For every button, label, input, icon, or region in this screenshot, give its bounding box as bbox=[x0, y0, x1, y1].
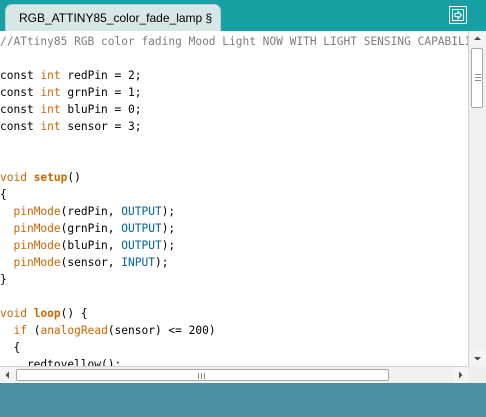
code-line: const int redPin = 2; bbox=[0, 67, 468, 84]
code-line: pinMode(grnPin, OUTPUT); bbox=[0, 220, 468, 237]
code-line: pinMode(redPin, OUTPUT); bbox=[0, 203, 468, 220]
code-keyword: void bbox=[0, 307, 34, 320]
code-text: ( bbox=[26, 324, 41, 337]
code-function-name: setup bbox=[33, 171, 68, 184]
code-line: pinMode(bluPin, OUTPUT); bbox=[0, 237, 468, 254]
code-keyword: int bbox=[40, 86, 61, 99]
tab-label: RGB_ATTINY85_color_fade_lamp § bbox=[19, 11, 213, 25]
code-text: const bbox=[0, 86, 41, 99]
code-constant: OUTPUT bbox=[121, 222, 162, 235]
thumb-grip bbox=[475, 74, 481, 75]
chevron-up-icon bbox=[474, 36, 481, 40]
code-comment: //ATtiny85 RGB color fading Mood Light N… bbox=[0, 35, 468, 48]
code-keyword: int bbox=[40, 103, 61, 116]
scroll-left-button[interactable] bbox=[0, 367, 15, 383]
status-bar bbox=[0, 383, 486, 417]
code-line: void loop() { bbox=[0, 305, 468, 322]
code-keyword: pinMode bbox=[13, 239, 61, 252]
code-text: { bbox=[0, 341, 21, 354]
code-text: (sensor, bbox=[60, 256, 122, 269]
code-keyword: pinMode bbox=[13, 205, 61, 218]
code-text-area[interactable]: //ATtiny85 RGB color fading Mood Light N… bbox=[0, 33, 468, 366]
scroll-right-button[interactable] bbox=[453, 367, 468, 383]
code-text: (bluPin, bbox=[60, 239, 122, 252]
code-line: //ATtiny85 RGB color fading Mood Light N… bbox=[0, 33, 468, 50]
tab-menu-button[interactable] bbox=[449, 6, 467, 24]
code-text: const bbox=[0, 103, 41, 116]
code-line: { bbox=[0, 339, 468, 356]
code-text: ); bbox=[154, 256, 169, 269]
code-text: const bbox=[0, 120, 41, 133]
horizontal-scroll-thumb[interactable] bbox=[16, 369, 389, 381]
scroll-up-button[interactable] bbox=[469, 31, 486, 46]
code-keyword: int bbox=[40, 120, 61, 133]
thumb-grip bbox=[475, 80, 481, 81]
code-constant: OUTPUT bbox=[121, 205, 162, 218]
chevron-left-icon bbox=[5, 371, 9, 379]
code-text: const bbox=[0, 69, 41, 82]
code-constant: INPUT bbox=[121, 256, 155, 269]
code-keyword: int bbox=[40, 69, 61, 82]
tab-sketch[interactable]: RGB_ATTINY85_color_fade_lamp § bbox=[5, 4, 221, 31]
code-editor[interactable]: //ATtiny85 RGB color fading Mood Light N… bbox=[0, 31, 486, 366]
code-keyword: if bbox=[13, 324, 27, 337]
thumb-grip bbox=[201, 373, 202, 379]
code-line: const int sensor = 3; bbox=[0, 118, 468, 135]
code-line: void setup() bbox=[0, 169, 468, 186]
code-text: redtoyellow(); bbox=[0, 358, 122, 366]
code-text: () { bbox=[60, 307, 88, 320]
vertical-scroll-thumb[interactable] bbox=[471, 48, 483, 108]
code-function-name: loop bbox=[33, 307, 61, 320]
code-line: const int bluPin = 0; bbox=[0, 101, 468, 118]
code-text: () bbox=[67, 171, 81, 184]
chevron-right-icon bbox=[459, 371, 463, 379]
scroll-down-button[interactable] bbox=[469, 351, 486, 366]
code-line: if (analogRead(sensor) <= 200) bbox=[0, 322, 468, 339]
code-text: grnPin = 1; bbox=[60, 86, 142, 99]
code-text: ); bbox=[161, 222, 176, 235]
code-line: pinMode(sensor, INPUT); bbox=[0, 254, 468, 271]
code-text: (redPin, bbox=[60, 205, 122, 218]
code-line: const int grnPin = 1; bbox=[0, 84, 468, 101]
code-keyword: void bbox=[0, 171, 34, 184]
code-line: { bbox=[0, 186, 468, 203]
code-line: redtoyellow(); bbox=[0, 356, 468, 366]
thumb-grip bbox=[198, 373, 199, 379]
code-constant: OUTPUT bbox=[121, 239, 162, 252]
horizontal-scrollbar[interactable] bbox=[0, 366, 468, 383]
code-keyword: pinMode bbox=[13, 256, 61, 269]
code-text: sensor = 3; bbox=[60, 120, 142, 133]
code-text: } bbox=[0, 273, 7, 286]
chevron-down-icon bbox=[474, 357, 481, 361]
code-text: redPin = 2; bbox=[60, 69, 142, 82]
thumb-grip bbox=[475, 77, 481, 78]
code-text: { bbox=[0, 188, 7, 201]
tab-bar: RGB_ATTINY85_color_fade_lamp § bbox=[0, 0, 486, 31]
code-keyword: pinMode bbox=[13, 222, 61, 235]
vertical-scrollbar[interactable] bbox=[468, 31, 486, 366]
code-line: } bbox=[0, 271, 468, 288]
scrollbar-corner bbox=[468, 366, 486, 383]
code-text: (grnPin, bbox=[60, 222, 122, 235]
code-keyword: analogRead bbox=[40, 324, 108, 337]
code-text: ); bbox=[161, 239, 176, 252]
thumb-grip bbox=[204, 373, 205, 379]
code-text: ); bbox=[161, 205, 176, 218]
code-text: bluPin = 0; bbox=[60, 103, 142, 116]
code-text: (sensor) <= 200) bbox=[107, 324, 216, 337]
